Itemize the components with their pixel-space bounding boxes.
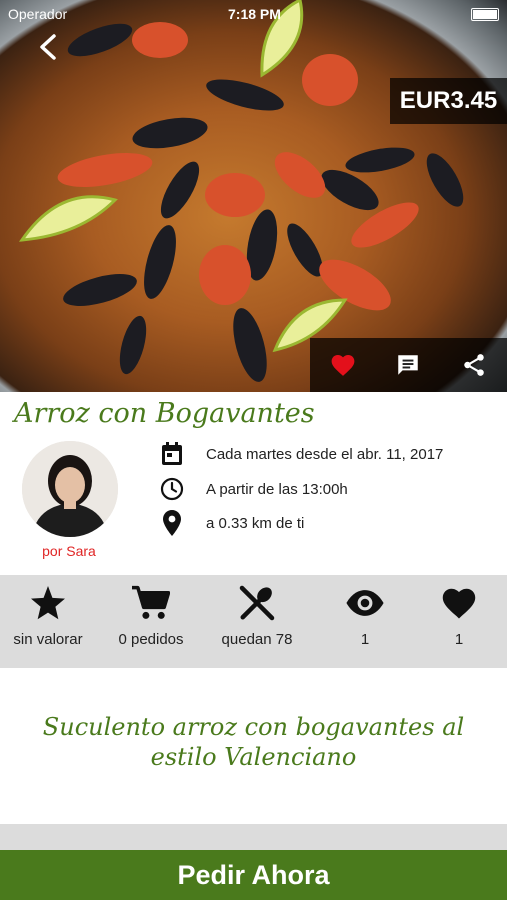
comment-icon: [398, 355, 419, 375]
location-pin-icon: [158, 509, 186, 537]
divider-band: [0, 824, 507, 850]
utensils-icon: [239, 585, 275, 621]
stat-rating[interactable]: sin valorar: [0, 575, 96, 668]
stat-label: 0 pedidos: [118, 631, 184, 648]
heart-icon: [442, 588, 476, 619]
clock: 7:18 PM: [228, 6, 281, 22]
cart-icon: [132, 585, 170, 619]
dish-description: Suculento arroz con bogavantes al estilo…: [42, 713, 465, 771]
stats-bar: sin valorar 0 pedidos quedan 78 1 1: [0, 575, 507, 668]
chef-name[interactable]: por Sara: [0, 543, 138, 559]
stat-label: 1: [454, 631, 464, 648]
stat-views[interactable]: 1: [317, 575, 413, 668]
stat-label: 1: [360, 631, 370, 648]
chef-avatar[interactable]: [22, 441, 118, 537]
distance-row: a 0.33 km de ti: [158, 509, 304, 537]
back-button[interactable]: [36, 32, 66, 66]
eye-icon: [346, 590, 384, 616]
clock-icon: [158, 475, 186, 503]
stat-orders[interactable]: 0 pedidos: [103, 575, 199, 668]
calendar-icon: [158, 440, 186, 468]
dish-title: Arroz con Bogavantes: [14, 398, 315, 429]
battery-icon: [471, 8, 499, 21]
schedule-text: Cada martes desde el abr. 11, 2017: [206, 445, 444, 463]
share-icon: [464, 354, 484, 376]
carrier-label: Operador: [8, 6, 68, 22]
schedule-row: Cada martes desde el abr. 11, 2017: [158, 440, 443, 468]
heart-icon: [331, 355, 355, 376]
stat-label: sin valorar: [13, 631, 83, 648]
distance-text: a 0.33 km de ti: [206, 514, 305, 532]
share-button[interactable]: [454, 345, 494, 385]
paella-image: [18, 0, 464, 382]
star-icon: [31, 586, 65, 620]
avatar-image: [22, 441, 118, 537]
order-now-button[interactable]: Pedir Ahora: [0, 850, 507, 900]
stat-remaining[interactable]: quedan 78: [209, 575, 305, 668]
stat-likes[interactable]: 1: [411, 575, 507, 668]
time-row: A partir de las 13:00h: [158, 475, 348, 503]
time-text: A partir de las 13:00h: [206, 480, 348, 498]
photo-action-bar: [310, 338, 507, 392]
chevron-left-icon: [40, 34, 56, 60]
price-badge: EUR3.45: [390, 78, 507, 124]
status-bar: Operador 7:18 PM: [0, 0, 507, 28]
dish-photo: Operador 7:18 PM EUR3.45: [0, 0, 507, 392]
stat-label: quedan 78: [221, 631, 293, 648]
favorite-button[interactable]: [323, 345, 363, 385]
comments-button[interactable]: [388, 345, 428, 385]
